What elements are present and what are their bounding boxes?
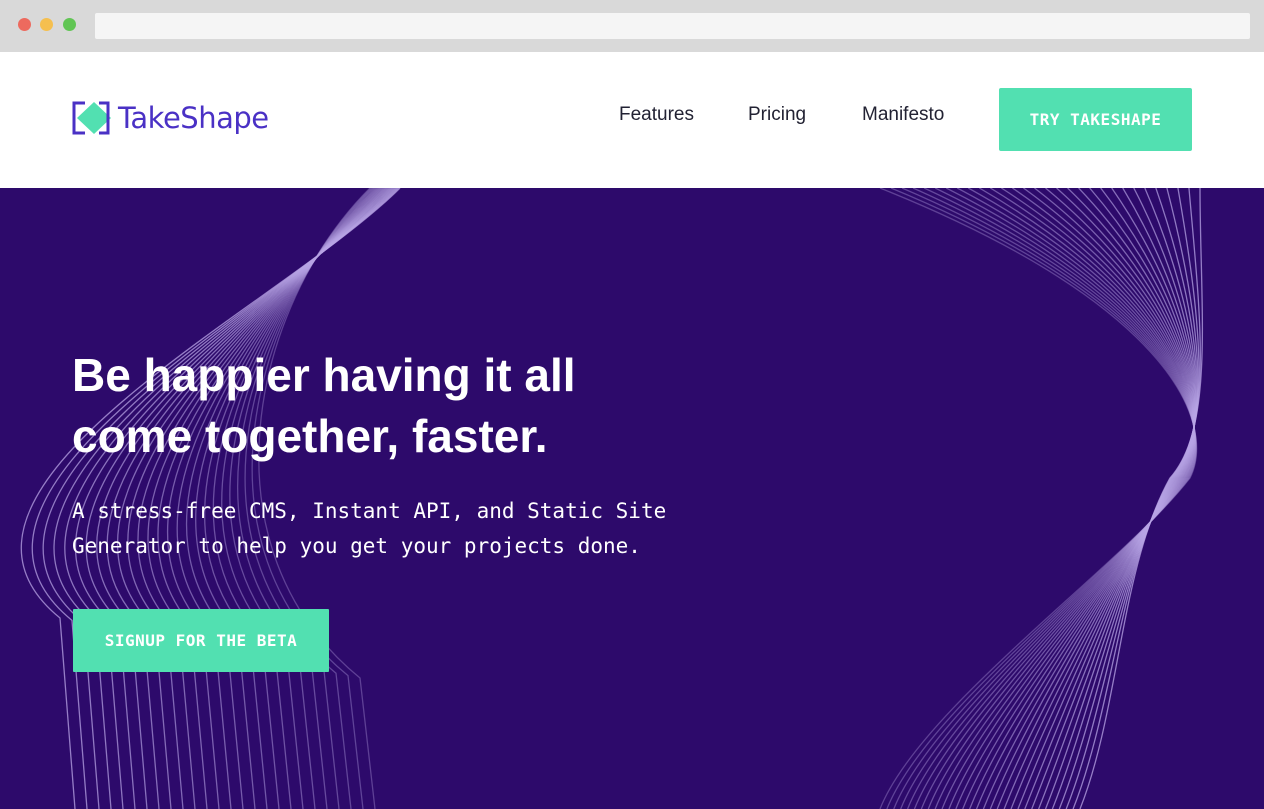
- wave-line: [879, 188, 1198, 809]
- wave-line: [900, 188, 1197, 809]
- signup-beta-button[interactable]: SIGNUP FOR THE BETA: [73, 609, 329, 672]
- browser-chrome: [0, 0, 1264, 52]
- brand-name: TakeShape: [118, 101, 269, 135]
- address-bar[interactable]: [95, 13, 1250, 39]
- takeshape-logo-icon: [72, 101, 111, 135]
- window-close-dot[interactable]: [18, 18, 31, 31]
- try-takeshape-button[interactable]: TRY TAKESHAPE: [999, 88, 1192, 151]
- brand-logo[interactable]: TakeShape: [72, 100, 269, 136]
- hero-subheadline: A stress-free CMS, Instant API, and Stat…: [72, 499, 667, 558]
- nav-link-features[interactable]: Features: [619, 104, 694, 126]
- wave-line: [948, 188, 1195, 809]
- wave-line: [1072, 188, 1201, 809]
- window-maximize-dot[interactable]: [63, 18, 76, 31]
- hero-headline: Be happier having it all come together, …: [72, 349, 576, 462]
- nav-link-manifesto[interactable]: Manifesto: [862, 104, 944, 126]
- window-minimize-dot[interactable]: [40, 18, 53, 31]
- nav-link-pricing[interactable]: Pricing: [748, 104, 806, 126]
